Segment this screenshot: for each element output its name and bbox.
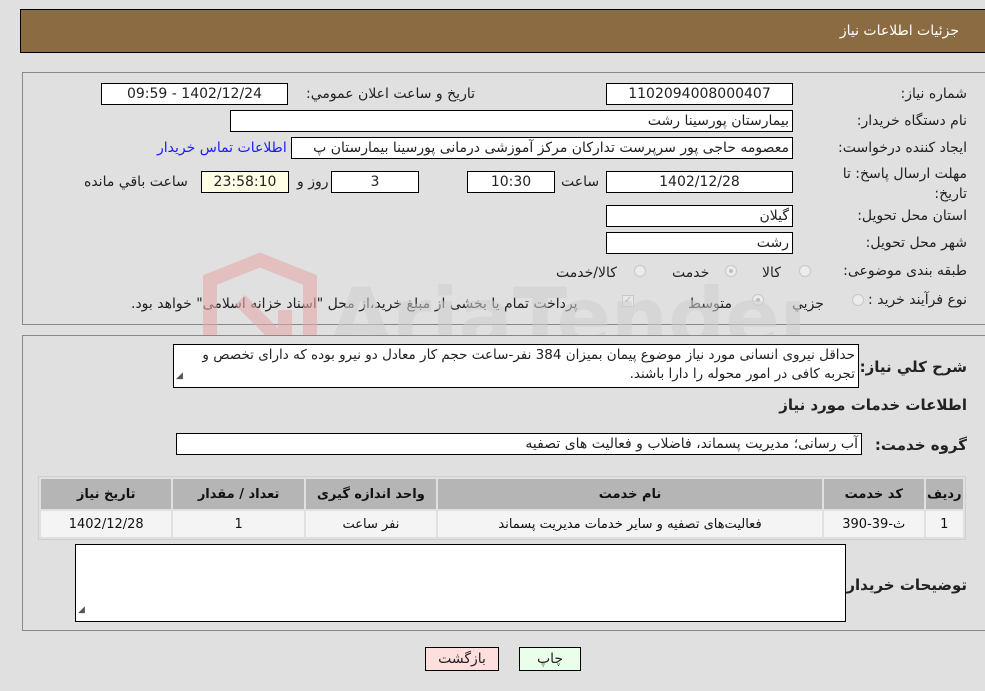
category-label: طبقه بندی موضوعی: bbox=[843, 263, 967, 279]
treasury-checkbox[interactable]: ✓ bbox=[622, 295, 634, 307]
cell-service-name: فعالیت‌های تصفیه و سایر خدمات مدیریت پسم… bbox=[438, 511, 822, 537]
city-field: رشت bbox=[606, 232, 793, 254]
table-header-row: رديف کد خدمت نام خدمت واحد اندازه گیری ت… bbox=[41, 479, 963, 509]
services-table: رديف کد خدمت نام خدمت واحد اندازه گیری ت… bbox=[38, 476, 966, 540]
buyer-org-field: بیمارستان پورسینا رشت bbox=[230, 110, 793, 132]
purchase-option-minor: جزيي bbox=[792, 296, 824, 312]
cell-quantity: 1 bbox=[173, 511, 304, 537]
province-field: گیلان bbox=[606, 205, 793, 227]
print-button[interactable]: چاپ bbox=[519, 647, 581, 671]
category-radio-goods[interactable] bbox=[799, 265, 811, 277]
category-option-goods: کالا bbox=[762, 265, 781, 281]
treasury-note: پرداخت تمام یا بخشی از مبلغ خرید،از محل … bbox=[131, 296, 578, 312]
deadline-time-label: ساعت bbox=[561, 174, 600, 190]
description-text: حداقل نیروی انسانی مورد نیاز موضوع پیمان… bbox=[202, 347, 855, 382]
table-row: 1 ث-39-390 فعالیت‌های تصفیه و سایر خدمات… bbox=[41, 511, 963, 537]
services-section-title: اطلاعات خدمات مورد نیاز bbox=[779, 396, 967, 414]
deadline-label: مهلت ارسال پاسخ: تا تاریخ: bbox=[842, 166, 967, 202]
cell-unit: نفر ساعت bbox=[305, 511, 437, 537]
col-row-number: رديف bbox=[925, 479, 963, 509]
page-header: جزئیات اطلاعات نیاز bbox=[20, 9, 985, 53]
province-label: استان محل تحویل: bbox=[857, 208, 967, 224]
resize-grip-icon[interactable]: ◢ bbox=[78, 601, 85, 620]
requester-label: ایجاد کننده درخواست: bbox=[838, 140, 967, 156]
need-number-label: شماره نیاز: bbox=[900, 86, 968, 102]
purchase-radio-minor[interactable] bbox=[852, 294, 864, 306]
announce-datetime-field: 1402/12/24 - 09:59 bbox=[101, 83, 288, 105]
page-title: جزئیات اطلاعات نیاز bbox=[839, 23, 959, 39]
service-group-label: گروه خدمت: bbox=[874, 436, 967, 454]
purchase-type-label: نوع فرآیند خرید : bbox=[868, 292, 967, 308]
purchase-option-medium: متوسط bbox=[688, 296, 732, 312]
cell-row-number: 1 bbox=[925, 511, 963, 537]
description-label: شرح كلي نياز: bbox=[859, 358, 967, 376]
category-radio-service[interactable] bbox=[725, 265, 737, 277]
col-quantity: تعداد / مقدار bbox=[173, 479, 304, 509]
buyer-contact-link[interactable]: اطلاعات تماس خریدار bbox=[157, 140, 287, 156]
col-service-code: کد خدمت bbox=[823, 479, 924, 509]
description-textarea[interactable]: حداقل نیروی انسانی مورد نیاز موضوع پیمان… bbox=[173, 344, 859, 388]
purchase-radio-medium[interactable] bbox=[752, 294, 764, 306]
col-service-name: نام خدمت bbox=[438, 479, 822, 509]
need-number-field: 1102094008000407 bbox=[606, 83, 793, 105]
city-label: شهر محل تحویل: bbox=[865, 235, 967, 251]
deadline-time-field: 10:30 bbox=[467, 171, 555, 193]
time-remaining-field: 23:58:10 bbox=[201, 171, 289, 193]
category-radio-goods-service[interactable] bbox=[634, 265, 646, 277]
buyer-org-label: نام دستگاه خريدار: bbox=[856, 113, 967, 129]
announce-datetime-label: تاریخ و ساعت اعلان عمومي: bbox=[306, 86, 475, 102]
back-button[interactable]: بازگشت bbox=[425, 647, 499, 671]
time-remaining-label: ساعت باقي مانده bbox=[84, 174, 188, 190]
requester-field: معصومه حاجی پور سرپرست تدارکان مرکز آموز… bbox=[291, 137, 793, 159]
days-remaining-field: 3 bbox=[331, 171, 419, 193]
cell-service-code: ث-39-390 bbox=[823, 511, 924, 537]
category-option-service: خدمت bbox=[672, 265, 710, 281]
cell-need-date: 1402/12/28 bbox=[41, 511, 172, 537]
service-group-field: آب رسانی؛ مدیریت پسماند، فاضلاب و فعالیت… bbox=[176, 433, 862, 455]
deadline-date-field: 1402/12/28 bbox=[606, 171, 793, 193]
col-unit: واحد اندازه گیری bbox=[305, 479, 437, 509]
buyer-notes-label: توضیحات خریدار: bbox=[840, 576, 967, 594]
category-option-goods-service: کالا/خدمت bbox=[556, 265, 617, 281]
days-label: روز و bbox=[297, 174, 329, 190]
buyer-notes-textarea[interactable]: ◢ bbox=[75, 544, 846, 622]
col-need-date: تاریخ نیاز bbox=[41, 479, 172, 509]
resize-grip-icon[interactable]: ◢ bbox=[176, 367, 183, 386]
